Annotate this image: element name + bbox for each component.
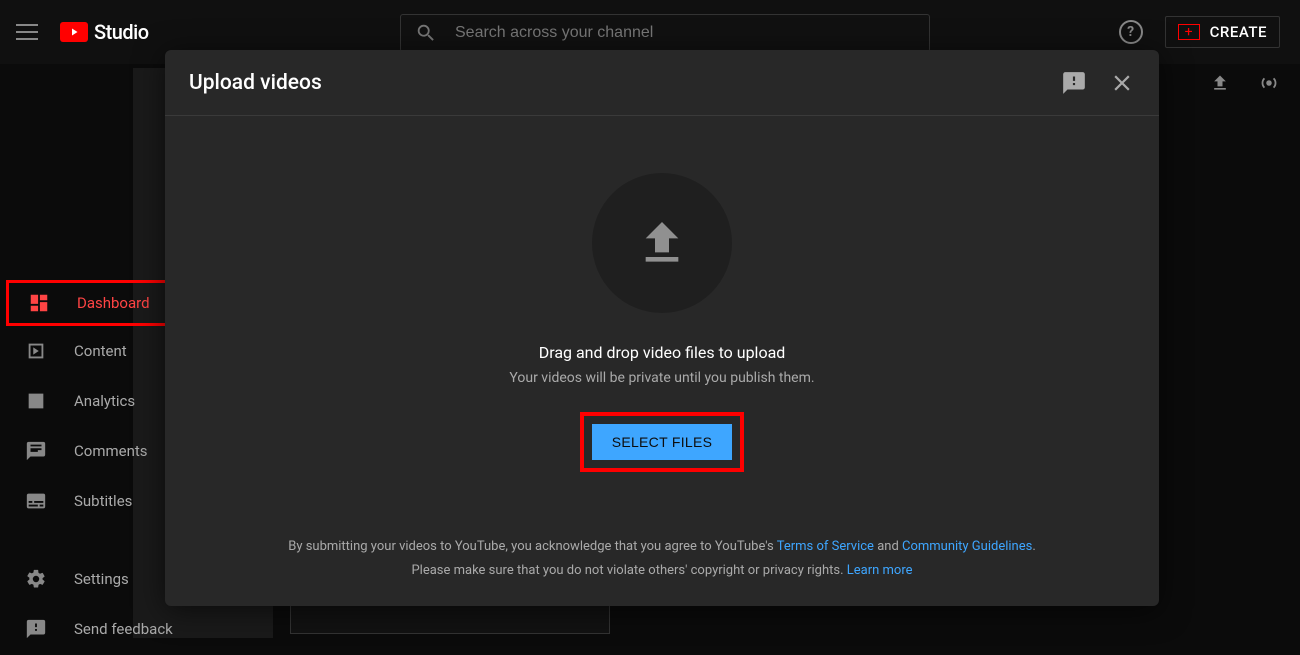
upload-arrow-icon bbox=[634, 215, 690, 271]
content-icon bbox=[24, 340, 48, 362]
search-input[interactable] bbox=[455, 24, 915, 42]
analytics-icon bbox=[24, 390, 48, 412]
sidebar-item-label: Settings bbox=[74, 570, 129, 588]
youtube-play-icon bbox=[60, 22, 88, 42]
help-icon[interactable]: ? bbox=[1119, 20, 1143, 44]
sidebar-item-label: Analytics bbox=[74, 392, 135, 410]
search-box[interactable] bbox=[400, 14, 930, 52]
sidebar-item-label: Dashboard bbox=[77, 294, 150, 312]
sidebar-item-label: Send feedback bbox=[74, 620, 173, 638]
community-guidelines-link[interactable]: Community Guidelines bbox=[902, 539, 1032, 554]
sidebar-item-dashboard[interactable]: Dashboard bbox=[6, 280, 171, 326]
feedback-icon bbox=[24, 618, 48, 640]
learn-more-link[interactable]: Learn more bbox=[847, 563, 913, 578]
drag-drop-subtitle: Your videos will be private until you pu… bbox=[509, 370, 814, 386]
modal-body: Drag and drop video files to upload Your… bbox=[165, 116, 1159, 519]
sidebar-item-label: Content bbox=[74, 342, 127, 360]
sidebar-item-feedback[interactable]: Send feedback bbox=[6, 604, 266, 654]
go-live-icon[interactable] bbox=[1258, 72, 1280, 94]
drag-drop-title: Drag and drop video files to upload bbox=[539, 343, 786, 362]
comments-icon bbox=[24, 440, 48, 462]
modal-title: Upload videos bbox=[189, 71, 1061, 95]
select-files-highlight: SELECT FILES bbox=[580, 412, 745, 472]
subheader-actions bbox=[1210, 72, 1280, 94]
gear-icon bbox=[24, 568, 48, 590]
upload-icon[interactable] bbox=[1210, 73, 1230, 93]
search-icon bbox=[415, 22, 437, 44]
modal-header: Upload videos bbox=[165, 50, 1159, 116]
subtitles-icon bbox=[24, 490, 48, 512]
modal-footer: By submitting your videos to YouTube, yo… bbox=[165, 519, 1159, 606]
create-plus-icon: + bbox=[1178, 24, 1200, 40]
create-label: CREATE bbox=[1210, 23, 1267, 41]
terms-of-service-link[interactable]: Terms of Service bbox=[777, 539, 874, 554]
upload-modal: Upload videos Drag and drop video files … bbox=[165, 50, 1159, 606]
dashboard-icon bbox=[27, 292, 51, 314]
upload-drop-zone[interactable] bbox=[592, 173, 732, 313]
send-feedback-icon[interactable] bbox=[1061, 70, 1087, 96]
hamburger-icon[interactable] bbox=[16, 20, 40, 44]
footer-text: By submitting your videos to YouTube, yo… bbox=[288, 539, 777, 554]
logo[interactable]: Studio bbox=[60, 20, 149, 44]
close-icon[interactable] bbox=[1109, 70, 1135, 96]
select-files-button[interactable]: SELECT FILES bbox=[592, 424, 733, 460]
footer-text: and bbox=[877, 539, 902, 554]
create-button[interactable]: + CREATE bbox=[1165, 16, 1280, 48]
footer-text: . bbox=[1032, 539, 1035, 554]
logo-text: Studio bbox=[94, 20, 149, 44]
footer-text: Please make sure that you do not violate… bbox=[411, 563, 846, 578]
sidebar-item-label: Comments bbox=[74, 442, 148, 460]
sidebar-item-label: Subtitles bbox=[74, 492, 132, 510]
